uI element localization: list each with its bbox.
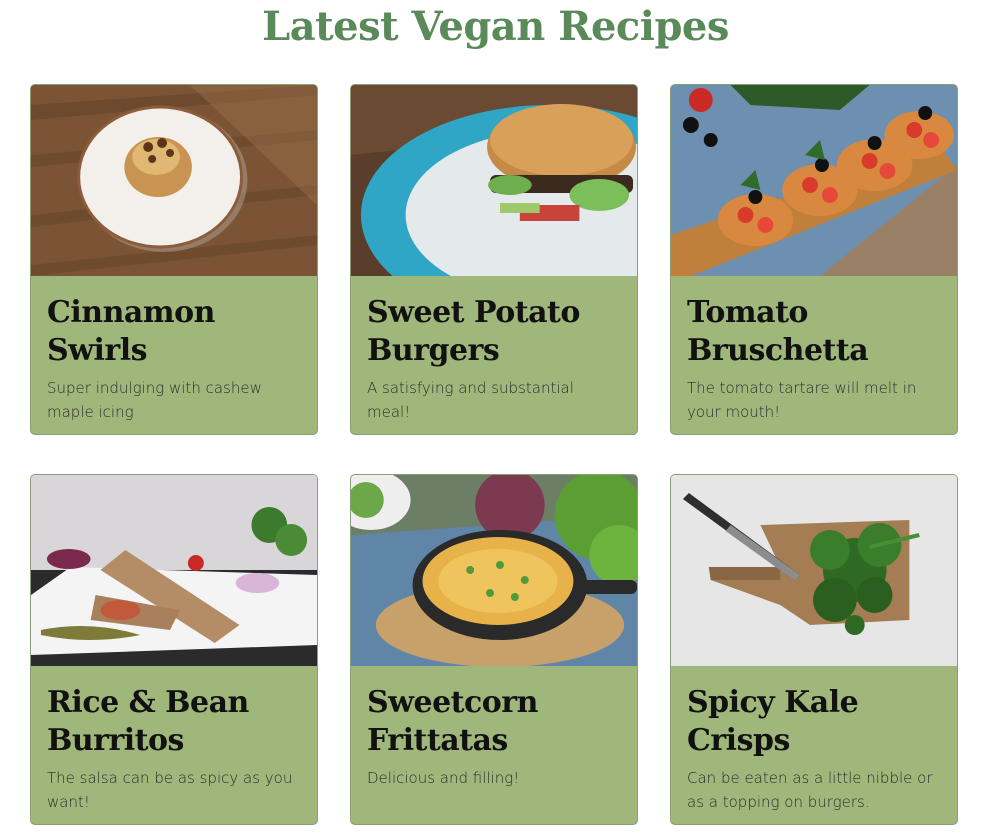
recipe-card-body: Cinnamon Swirls Super indulging with cas… [31,276,317,434]
recipe-description: Can be eaten as a little nibble or as a … [687,769,933,811]
recipe-card[interactable]: Sweet Potato Burgers A satisfying and su… [350,84,638,435]
recipe-card[interactable]: Tomato Bruschetta The tomato tartare wil… [670,84,958,435]
recipe-title[interactable]: Tomato Bruschetta [687,294,941,370]
recipe-image[interactable] [351,85,637,276]
recipe-card-body: Rice & Bean Burritos The salsa can be as… [31,666,317,824]
recipe-image[interactable] [31,85,317,276]
recipe-image[interactable] [351,475,637,666]
recipe-card-body: Sweet Potato Burgers A satisfying and su… [351,276,637,434]
recipe-image[interactable] [671,475,957,666]
recipe-description: The tomato tartare will melt in your mou… [687,379,917,421]
recipes-page: Latest Vegan Recipes Cinnamon Swirls Sup… [0,0,991,838]
recipe-card[interactable]: Sweetcorn Frittatas Delicious and fillin… [350,474,638,825]
recipe-card-body: Tomato Bruschetta The tomato tartare wil… [671,276,957,434]
recipe-image[interactable] [671,85,957,276]
recipe-image[interactable] [31,475,317,666]
recipe-description: Super indulging with cashew maple icing [47,379,262,421]
recipe-card[interactable]: Rice & Bean Burritos The salsa can be as… [30,474,318,825]
recipe-grid: Cinnamon Swirls Super indulging with cas… [30,84,958,825]
recipe-description: A satisfying and substantial meal! [367,379,574,421]
recipe-card[interactable]: Spicy Kale Crisps Can be eaten as a litt… [670,474,958,825]
recipe-card[interactable]: Cinnamon Swirls Super indulging with cas… [30,84,318,435]
recipe-title[interactable]: Rice & Bean Burritos [47,684,301,760]
recipe-description: The salsa can be as spicy as you want! [47,769,293,811]
recipe-description: Delicious and filling! [367,769,520,787]
recipe-card-body: Spicy Kale Crisps Can be eaten as a litt… [671,666,957,824]
recipe-title[interactable]: Sweetcorn Frittatas [367,684,621,760]
recipe-title[interactable]: Sweet Potato Burgers [367,294,621,370]
recipe-card-body: Sweetcorn Frittatas Delicious and fillin… [351,666,637,800]
recipe-title[interactable]: Spicy Kale Crisps [687,684,941,760]
recipe-title[interactable]: Cinnamon Swirls [47,294,301,370]
page-title: Latest Vegan Recipes [262,3,729,50]
